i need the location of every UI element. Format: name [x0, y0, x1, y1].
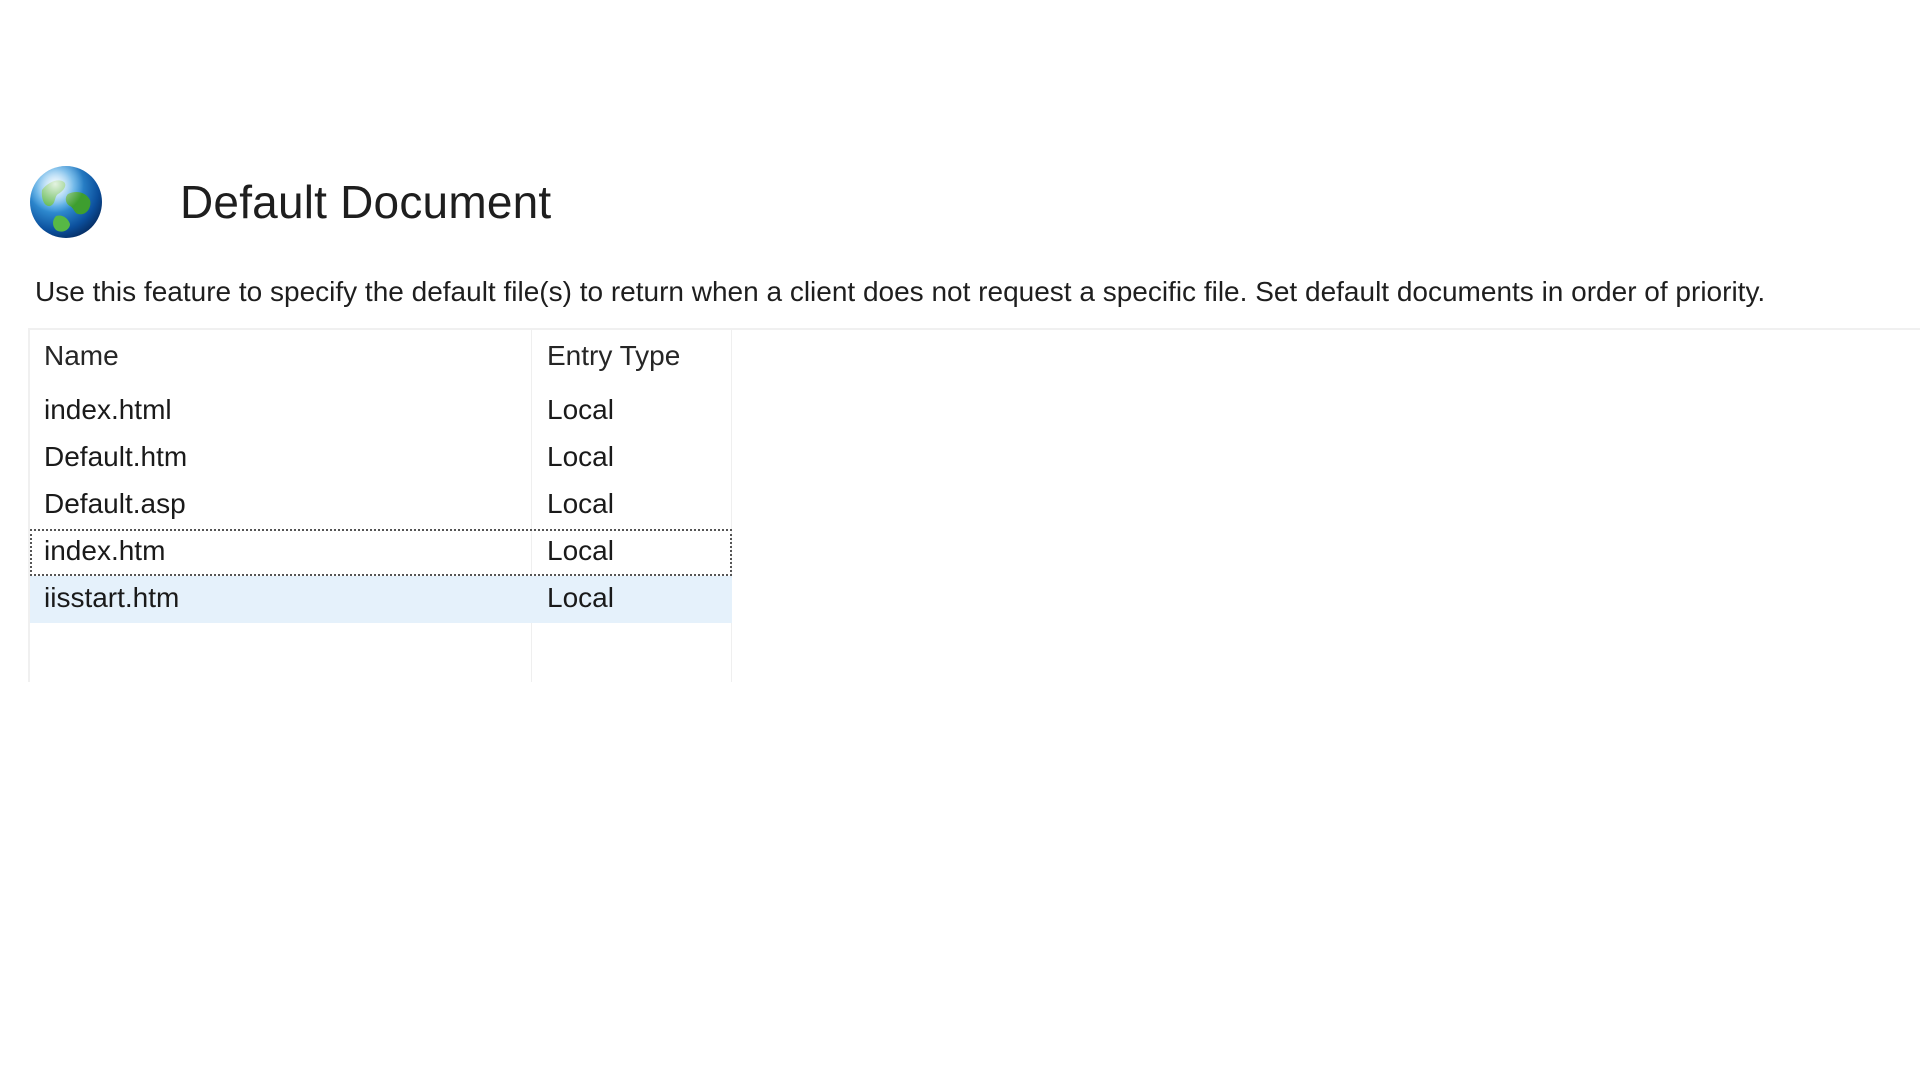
item-entry-type: Local — [547, 488, 614, 519]
list-item[interactable]: index.html Local — [30, 388, 732, 435]
default-documents-list[interactable]: Name Entry Type index.html Local Default… — [28, 328, 1920, 682]
feature-description: Use this feature to specify the default … — [35, 276, 1766, 307]
list-item-focused[interactable]: index.htm Local — [30, 529, 732, 576]
item-entry-type: Local — [547, 394, 614, 425]
list-header: Name Entry Type — [30, 330, 732, 384]
item-name: iisstart.htm — [44, 582, 180, 613]
page-title: Default Document — [180, 176, 552, 228]
item-name: index.html — [44, 394, 172, 425]
item-name: index.htm — [44, 535, 166, 566]
globe-icon — [30, 166, 102, 238]
column-header-name[interactable]: Name — [44, 340, 119, 372]
item-name: Default.asp — [44, 488, 186, 519]
list-item-selected[interactable]: iisstart.htm Local — [30, 576, 732, 623]
item-entry-type: Local — [547, 535, 614, 566]
item-entry-type: Local — [547, 441, 614, 472]
list-item[interactable]: Default.htm Local — [30, 435, 732, 482]
default-document-feature-page: Default Document Use this feature to spe… — [0, 0, 1920, 1080]
feature-header: Default Document — [28, 162, 551, 242]
item-entry-type: Local — [547, 582, 614, 613]
item-name: Default.htm — [44, 441, 188, 472]
column-header-entry-type[interactable]: Entry Type — [547, 340, 680, 372]
list-item[interactable]: Default.asp Local — [30, 482, 732, 529]
